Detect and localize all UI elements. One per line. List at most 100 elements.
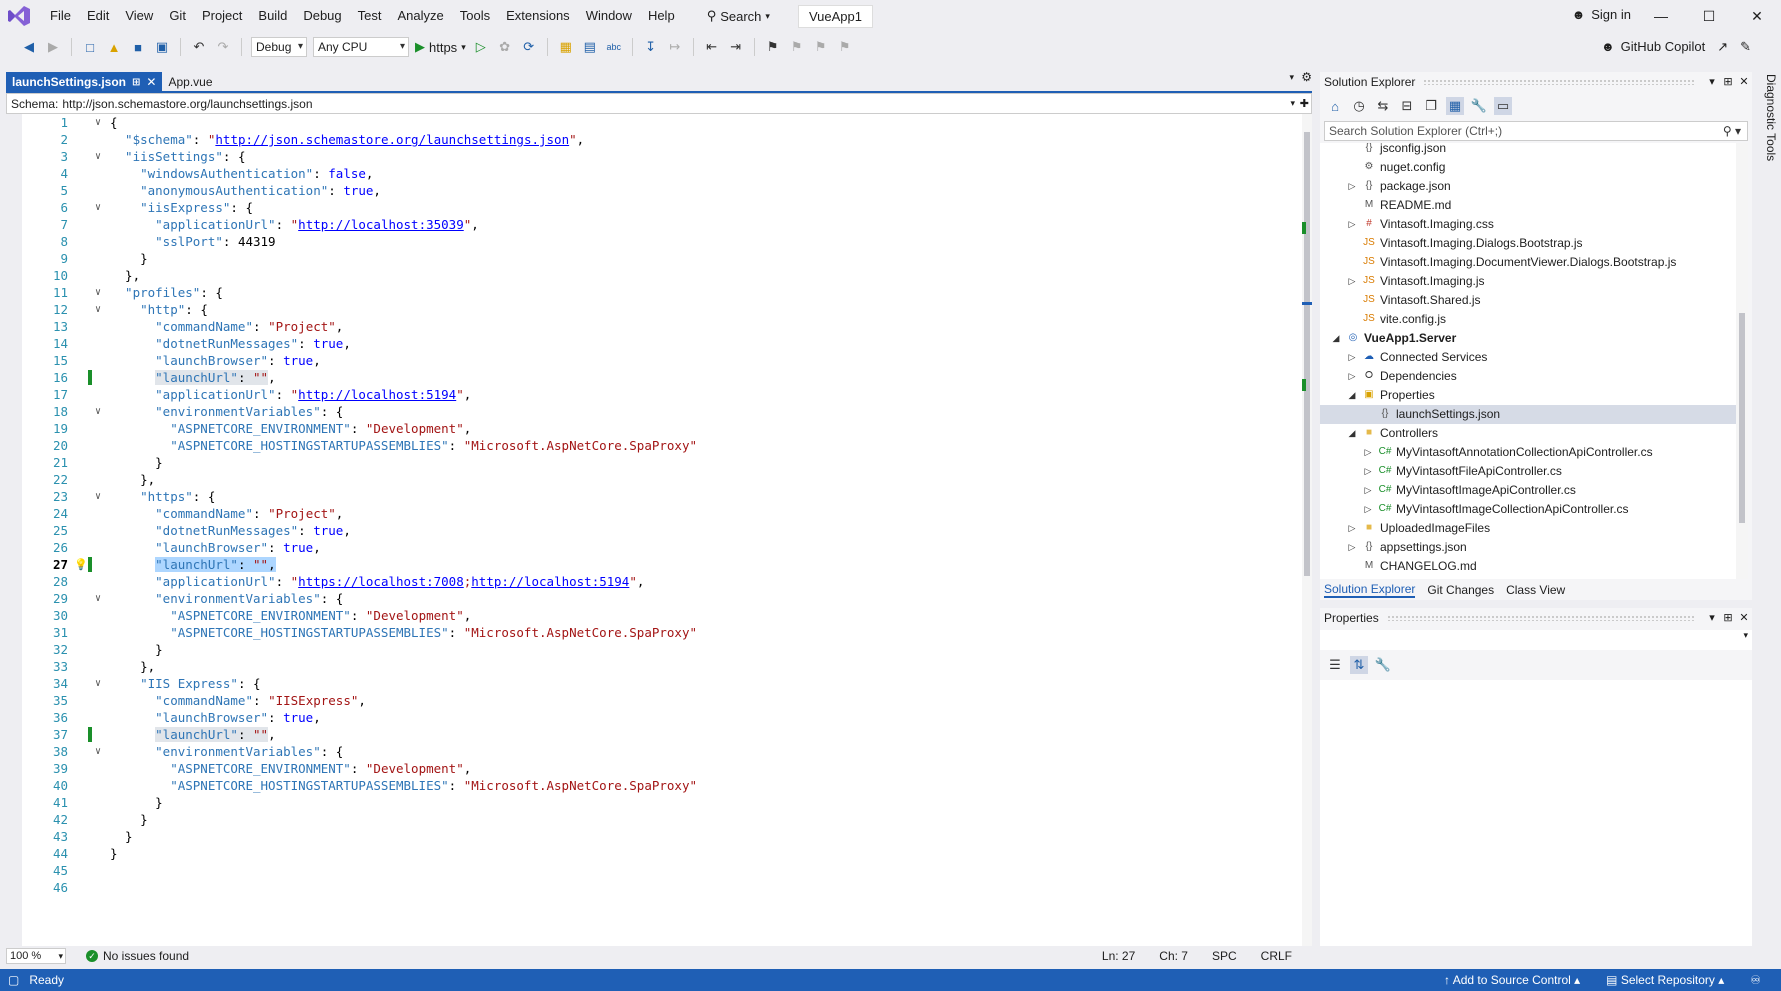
new-project-icon[interactable]: □ [81,38,99,56]
refresh-icon[interactable]: ⟳ [520,38,538,56]
expand-arrow-icon[interactable]: ▷ [1346,538,1358,557]
code-line[interactable]: 27 💡 "launchUrl": "", [22,556,1302,573]
tree-item[interactable]: ▷ {} package.json [1320,177,1736,196]
tree-item[interactable]: ▷ C# MyVintasoftFileApiController.cs [1320,462,1736,481]
tab-overflow-dropdown-icon[interactable]: ▾ [1289,72,1294,83]
code-line[interactable]: 37 "launchUrl": "", [22,726,1302,743]
scrollbar-thumb[interactable] [1304,132,1310,576]
tree-item[interactable]: ▷ ☁ Connected Services [1320,348,1736,367]
drag-handle[interactable] [1423,79,1696,85]
select-repository-button[interactable]: ▤ Select Repository ▴ [1606,973,1724,987]
code-line[interactable]: 13 "commandName": "Project", [22,318,1302,335]
open-folder-icon[interactable]: ▲ [105,38,123,56]
tree-item[interactable]: JS vite.config.js [1320,310,1736,329]
tree-item[interactable]: ▷ ■ UploadedImageFiles [1320,519,1736,538]
notifications-icon[interactable]: ♾ [1750,973,1761,987]
code-line[interactable]: 22 }, [22,471,1302,488]
solution-tree-scrollbar[interactable] [1736,143,1748,579]
solution-platform-dropdown[interactable]: Any CPU [313,37,409,57]
start-without-debugging-icon[interactable]: ▷ [472,38,490,56]
code-line[interactable]: 24 "commandName": "Project", [22,505,1302,522]
add-to-source-control-button[interactable]: ↑ Add to Source Control ▴ [1444,973,1580,987]
tree-item[interactable]: ◢ ■ Controllers [1320,424,1736,443]
tree-item[interactable]: ◢ ◎ VueApp1.Server [1320,329,1736,348]
expand-arrow-icon[interactable]: ▷ [1346,519,1358,538]
redo-icon[interactable]: ↷ [214,38,232,56]
tab-launchsettings-json[interactable]: launchSettings.json ⊞ ✕ [6,72,163,92]
layout-icon[interactable]: ▤ [581,38,599,56]
undo-icon[interactable]: ↶ [190,38,208,56]
tree-item[interactable]: ▷ C# MyVintasoftAnnotationCollectionApiCon… [1320,443,1736,462]
code-line[interactable]: 20 "ASPNETCORE_HOSTINGSTARTUPASSEMBLIES"… [22,437,1302,454]
tree-item[interactable]: ▷ ⭘ Dependencies [1320,367,1736,386]
code-line[interactable]: 10 }, [22,267,1302,284]
menu-debug[interactable]: Debug [295,0,349,32]
close-button[interactable]: ✕ [1733,0,1781,32]
code-line[interactable]: 26 "launchBrowser": true, [22,539,1302,556]
collapse-arrow-icon[interactable]: ◢ [1330,329,1342,348]
menu-window[interactable]: Window [578,0,640,32]
expand-arrow-icon[interactable]: ▷ [1362,443,1374,462]
fold-chevron-icon[interactable]: ∨ [95,675,107,692]
code-line[interactable]: 32 } [22,641,1302,658]
line-indicator[interactable]: Ln: 27 [1102,949,1135,963]
close-tab-icon[interactable]: ✕ [146,75,156,89]
navigate-back-icon[interactable]: ◀ [20,38,38,56]
pin-icon[interactable]: ⊞ [1720,72,1736,92]
fold-chevron-icon[interactable]: ∨ [95,284,107,301]
line-ending-indicator[interactable]: CRLF [1261,949,1292,963]
chevron-down-icon[interactable]: ▾ [1704,72,1720,92]
tree-item[interactable]: ▷ JS Vintasoft.Imaging.js [1320,272,1736,291]
code-line[interactable]: 36 "launchBrowser": true, [22,709,1302,726]
tab-app-vue[interactable]: App.vue [162,72,218,92]
schema-value[interactable]: http://json.schemastore.org/launchsettin… [62,97,312,111]
tree-item[interactable]: M README.md [1320,196,1736,215]
tab-solution-explorer[interactable]: Solution Explorer [1324,582,1416,598]
diagnostic-tools-side-tab[interactable]: Diagnostic Tools [1756,72,1778,172]
code-line[interactable]: 17 "applicationUrl": "http://localhost:5… [22,386,1302,403]
menu-file[interactable]: File [42,0,79,32]
menu-edit[interactable]: Edit [79,0,117,32]
solution-configuration-dropdown[interactable]: Debug [251,37,307,57]
output-window-icon[interactable]: ▢ [8,973,19,987]
menu-project[interactable]: Project [194,0,250,32]
fold-chevron-icon[interactable]: ∨ [95,488,107,505]
hot-reload-icon[interactable]: ✿ [496,38,514,56]
menu-analyze[interactable]: Analyze [389,0,451,32]
column-indicator[interactable]: Ch: 7 [1159,949,1188,963]
expand-arrow-icon[interactable]: ▷ [1362,481,1374,500]
code-line[interactable]: 46 [22,879,1302,896]
expand-arrow-icon[interactable]: ▷ [1346,348,1358,367]
bookmark-icon[interactable]: ⚑ [764,38,782,56]
chevron-down-icon[interactable]: ▾ [1290,98,1295,109]
preview-selected-icon[interactable]: ▭ [1494,97,1512,115]
spell-check-icon[interactable]: abc [605,38,623,56]
code-line[interactable]: 3 ∨ "iisSettings": { [22,148,1302,165]
split-editor-icon[interactable]: ✚ [1300,97,1309,110]
code-line[interactable]: 42 } [22,811,1302,828]
categorized-icon[interactable]: ☰ [1326,656,1344,674]
history-icon[interactable]: ◷ [1350,97,1368,115]
prev-bookmark-icon[interactable]: ⚑ [788,38,806,56]
code-line[interactable]: 16 "launchUrl": "", [22,369,1302,386]
tree-item[interactable]: JS Vintasoft.Shared.js [1320,291,1736,310]
code-line[interactable]: 34 ∨ "IIS Express": { [22,675,1302,692]
share-icon[interactable]: ↗ [1717,32,1728,62]
code-line[interactable]: 39 "ASPNETCORE_ENVIRONMENT": "Developmen… [22,760,1302,777]
tree-item[interactable]: JS Vintasoft.Imaging.Dialogs.Bootstrap.js [1320,234,1736,253]
start-debugging-button[interactable]: ▶ https ▾ [415,39,466,55]
tree-item[interactable]: {} launchSettings.json [1320,405,1736,424]
pin-icon[interactable]: ⊞ [1720,608,1736,628]
visual-studio-logo-icon[interactable] [6,4,34,28]
expand-arrow-icon[interactable]: ▷ [1346,367,1358,386]
tree-item[interactable]: ▷ {} appsettings.json [1320,538,1736,557]
menu-build[interactable]: Build [250,0,295,32]
sync-icon[interactable]: ⇆ [1374,97,1392,115]
fold-chevron-icon[interactable]: ∨ [95,743,107,760]
fold-chevron-icon[interactable]: ∨ [95,114,107,131]
code-line[interactable]: 15 "launchBrowser": true, [22,352,1302,369]
collapse-arrow-icon[interactable]: ◢ [1346,424,1358,443]
indent-icon[interactable]: ⇥ [727,38,745,56]
navigate-forward-icon[interactable]: ▶ [44,38,62,56]
code-line[interactable]: 1 ∨{ [22,114,1302,131]
